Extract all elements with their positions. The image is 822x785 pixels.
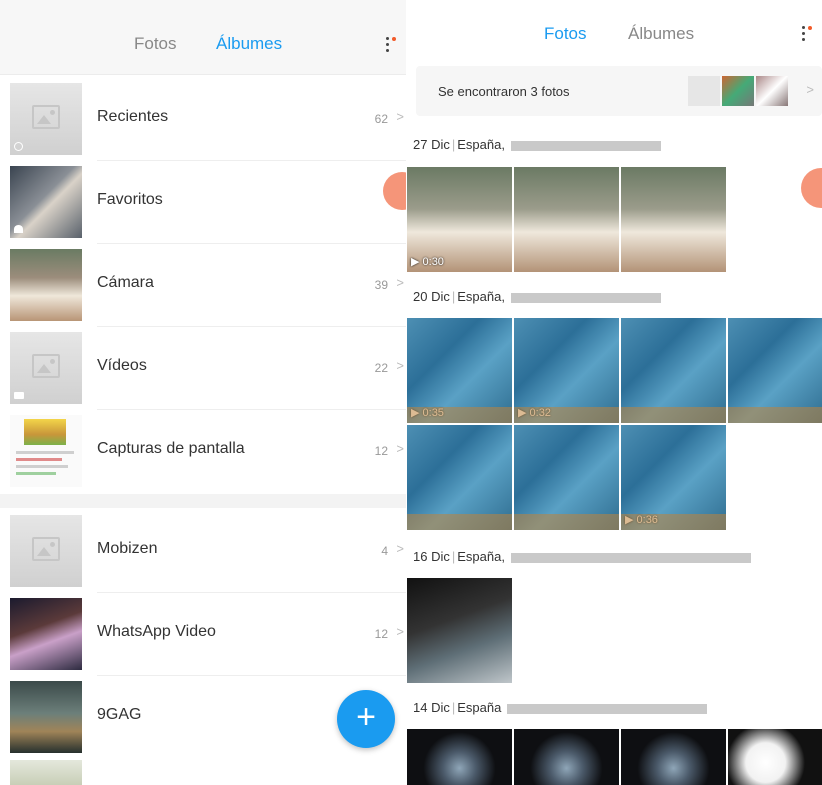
face-thumbnail — [756, 76, 788, 106]
date-label: 20 Dic — [413, 289, 450, 304]
image-placeholder-icon — [32, 537, 60, 561]
clock-icon — [14, 142, 23, 151]
face-thumbnail — [722, 76, 754, 106]
album-recientes[interactable]: Recientes 62 > — [0, 78, 408, 161]
album-thumbnail — [10, 598, 82, 670]
photo-tile[interactable]: ▶ 0:35 — [407, 318, 512, 423]
photo-tile[interactable] — [407, 425, 512, 530]
date-header: 20 Dic | España, — [413, 289, 661, 304]
album-name: 9GAG — [97, 706, 142, 723]
heart-icon — [14, 225, 23, 233]
chevron-right-icon: > — [396, 109, 404, 124]
album-thumbnail — [10, 166, 82, 238]
photo-tile[interactable] — [621, 729, 726, 785]
place-label: España — [457, 700, 502, 715]
date-label: 16 Dic — [413, 549, 450, 564]
section-divider — [0, 494, 408, 508]
chevron-right-icon: > — [396, 275, 404, 290]
album-count: 62 — [374, 112, 388, 126]
album-favoritos[interactable]: Favoritos — [0, 161, 408, 244]
album-count: 22 — [374, 361, 388, 375]
album-thumbnail — [10, 83, 82, 155]
date-label: 14 Dic — [413, 700, 450, 715]
photos-screen: Fotos Álbumes Se encontraron 3 fotos > 2… — [406, 0, 822, 785]
people-found-banner[interactable]: Se encontraron 3 fotos > — [416, 66, 822, 116]
album-count: 12 — [374, 627, 388, 641]
video-duration: ▶ 0:35 — [411, 407, 444, 419]
chevron-right-icon: > — [396, 441, 404, 456]
album-camara[interactable]: Cámara 39 > — [0, 244, 408, 327]
photos-header: Fotos Álbumes — [406, 0, 822, 60]
photo-tile[interactable] — [514, 167, 619, 272]
photo-tile[interactable]: ▶ 0:32 — [514, 318, 619, 423]
mobizen-floating-icon[interactable] — [801, 168, 822, 208]
album-thumbnail — [10, 249, 82, 321]
albums-header: Fotos Álbumes — [0, 0, 408, 75]
found-text: Se encontraron 3 fotos — [438, 84, 570, 99]
album-thumbnail — [10, 681, 82, 753]
date-header: 27 Dic | España, — [413, 137, 661, 152]
tab-albumes[interactable]: Álbumes — [628, 24, 694, 44]
chevron-right-icon: > — [806, 82, 814, 97]
video-duration: ▶ 0:32 — [518, 407, 551, 419]
tab-fotos[interactable]: Fotos — [544, 24, 587, 44]
date-label: 27 Dic — [413, 137, 450, 152]
tab-fotos[interactable]: Fotos — [134, 34, 177, 54]
album-capturas-de-pantalla[interactable]: Capturas de pantalla 12 > — [0, 410, 408, 493]
photo-tile[interactable]: ▶ 0:30 — [407, 167, 512, 272]
more-options-icon[interactable] — [798, 24, 812, 44]
album-count: 12 — [374, 444, 388, 458]
face-thumbnail — [688, 76, 720, 106]
chevron-right-icon: > — [396, 541, 404, 556]
photo-tile[interactable] — [514, 729, 619, 785]
album-thumbnail — [10, 332, 82, 404]
album-mobizen[interactable]: Mobizen 4 > — [0, 510, 408, 593]
albums-screen: Fotos Álbumes Recientes 62 > Favoritos C… — [0, 0, 408, 785]
album-thumbnail — [10, 515, 82, 587]
album-whatsapp-video[interactable]: WhatsApp Video 12 > — [0, 593, 408, 676]
album-name: Recientes — [97, 108, 169, 125]
album-count: 39 — [374, 278, 388, 292]
album-thumbnail-partial — [10, 760, 82, 785]
photo-tile[interactable] — [514, 425, 619, 530]
photo-tile[interactable] — [407, 578, 512, 683]
album-name: Cámara — [97, 274, 154, 291]
photo-tile[interactable]: ▶ 0:36 — [621, 425, 726, 530]
photo-tile[interactable] — [621, 167, 726, 272]
video-camera-icon — [14, 392, 24, 399]
more-options-icon[interactable] — [382, 35, 396, 55]
tab-albumes[interactable]: Álbumes — [216, 34, 282, 54]
image-placeholder-icon — [32, 105, 60, 129]
date-header: 16 Dic | España, — [413, 549, 751, 564]
add-album-button[interactable]: + — [337, 690, 395, 748]
photo-tile[interactable] — [728, 318, 822, 423]
photo-tile[interactable] — [728, 729, 822, 785]
chevron-right-icon: > — [396, 624, 404, 639]
place-label: España, — [457, 289, 505, 304]
date-header: 14 Dic | España — [413, 700, 708, 715]
album-name: Vídeos — [97, 357, 147, 374]
video-duration: ▶ 0:30 — [411, 256, 444, 268]
place-label: España, — [457, 137, 505, 152]
plus-icon: + — [356, 698, 376, 736]
image-placeholder-icon — [32, 354, 60, 378]
album-name: WhatsApp Video — [97, 623, 216, 640]
album-count: 4 — [381, 544, 388, 558]
album-name: Capturas de pantalla — [97, 440, 245, 457]
video-duration: ▶ 0:36 — [625, 514, 658, 526]
photo-tile[interactable] — [407, 729, 512, 785]
chevron-right-icon: > — [396, 358, 404, 373]
album-name: Favoritos — [97, 191, 163, 208]
place-label: España, — [457, 549, 505, 564]
photo-tile[interactable] — [621, 318, 726, 423]
album-thumbnail — [10, 415, 82, 487]
album-videos[interactable]: Vídeos 22 > — [0, 327, 408, 410]
album-name: Mobizen — [97, 540, 158, 557]
